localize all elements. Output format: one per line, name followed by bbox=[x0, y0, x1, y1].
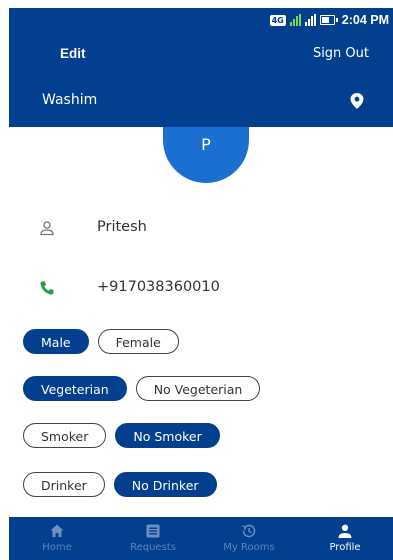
chip-no-drinker[interactable]: No Drinker bbox=[113, 472, 217, 497]
chip-vegeterian[interactable]: Vegeterian bbox=[23, 376, 127, 401]
nav-my-rooms[interactable]: My Rooms bbox=[201, 517, 297, 560]
status-bar: 4G 2:04 PM bbox=[9, 8, 393, 38]
status-indicators: 4G 2:04 PM bbox=[269, 13, 389, 27]
nav-profile-label: Profile bbox=[329, 542, 361, 553]
profile-name: Pritesh bbox=[97, 219, 147, 235]
location-label: Washim bbox=[42, 92, 98, 108]
gender-options: Male Female bbox=[23, 329, 179, 354]
signal-secondary-icon bbox=[304, 14, 316, 26]
sign-out-button[interactable]: Sign Out bbox=[313, 46, 369, 61]
app-header: 4G 2:04 PM Edit Sign Out Washim bbox=[9, 8, 393, 127]
home-icon bbox=[50, 524, 64, 537]
nav-profile[interactable]: Profile bbox=[297, 517, 393, 560]
map-pin-icon[interactable] bbox=[349, 92, 365, 110]
history-icon bbox=[242, 524, 256, 538]
top-margin bbox=[0, 0, 393, 8]
smoking-options: Smoker No Smoker bbox=[23, 423, 220, 448]
phone-icon bbox=[40, 281, 54, 295]
nav-home[interactable]: Home bbox=[9, 517, 105, 560]
profile-phone: +917038360010 bbox=[97, 279, 220, 295]
bottom-nav: Home Requests My Rooms Profile bbox=[9, 517, 393, 560]
chip-smoker[interactable]: Smoker bbox=[23, 423, 107, 448]
diet-options: Vegeterian No Vegeterian bbox=[23, 376, 261, 401]
profile-content: Pritesh +917038360010 Male Female Vegete… bbox=[9, 127, 393, 517]
status-time: 2:04 PM bbox=[341, 13, 389, 27]
nav-my-rooms-label: My Rooms bbox=[223, 542, 275, 553]
edit-button[interactable]: Edit bbox=[60, 46, 86, 61]
name-row: Pritesh bbox=[9, 216, 393, 240]
app-screen: 4G 2:04 PM Edit Sign Out Washim Pritesh … bbox=[0, 0, 393, 560]
list-icon bbox=[146, 524, 160, 538]
drinking-options: Drinker No Drinker bbox=[23, 472, 217, 497]
phone-row: +917038360010 bbox=[9, 276, 393, 300]
nav-requests[interactable]: Requests bbox=[105, 517, 201, 560]
nav-home-label: Home bbox=[42, 542, 72, 553]
person-icon bbox=[40, 221, 54, 236]
chip-no-vegeterian[interactable]: No Vegeterian bbox=[135, 376, 261, 401]
signal-icon bbox=[289, 14, 301, 26]
network-badge: 4G bbox=[269, 14, 286, 26]
nav-requests-label: Requests bbox=[130, 542, 176, 553]
avatar-initial: P bbox=[201, 135, 211, 154]
chip-no-smoker[interactable]: No Smoker bbox=[115, 423, 220, 448]
profile-icon bbox=[338, 524, 352, 538]
chip-female[interactable]: Female bbox=[97, 329, 179, 354]
battery-icon bbox=[319, 15, 338, 25]
chip-drinker[interactable]: Drinker bbox=[23, 472, 105, 497]
chip-male[interactable]: Male bbox=[23, 329, 89, 354]
